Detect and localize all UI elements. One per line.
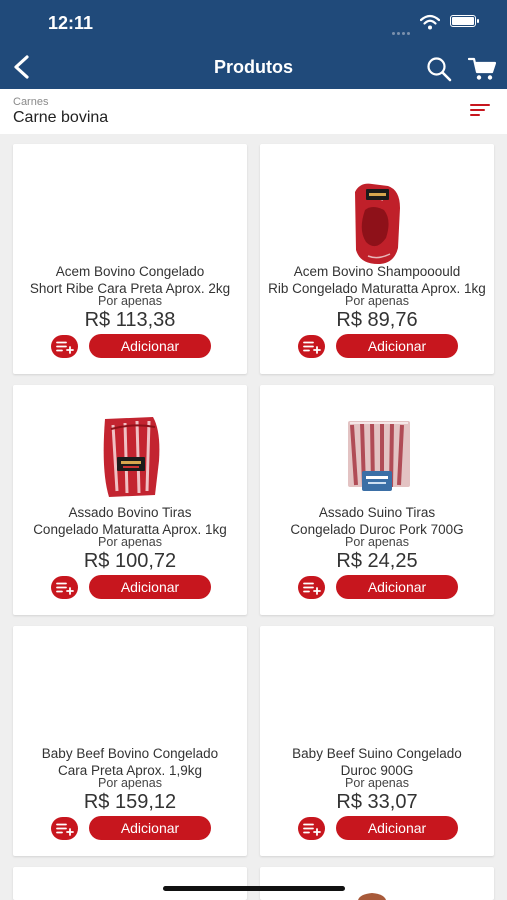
add-to-list-button[interactable] [51,335,78,358]
add-button[interactable]: Adicionar [336,816,458,840]
product-card[interactable]: Baby Beef Suino Congelado Duroc 900G Por… [260,626,494,856]
product-image [355,183,400,264]
price-prefix: Por apenas [98,535,162,549]
product-image [103,417,160,497]
product-image [348,421,410,491]
product-name: Baby Beef Suino Congelado Duroc 900G [266,745,488,779]
add-to-list-button[interactable] [298,335,325,358]
home-indicator[interactable] [163,886,345,891]
product-name-line1: Assado Bovino Tiras [68,505,192,520]
product-card[interactable]: Acem Bovino Shampooould Rib Congelado Ma… [260,144,494,374]
product-image-empty [260,642,494,754]
product-price: R$ 33,07 [336,791,418,813]
product-price: R$ 159,12 [83,791,177,813]
product-card[interactable]: Assado Suino Tiras Congelado Duroc Pork … [260,385,494,615]
add-to-list-button[interactable] [51,817,78,840]
product-name: Assado Suino Tiras Congelado Duroc Pork … [266,504,488,538]
playlist-add-icon [303,341,321,354]
product-card[interactable]: Assado Bovino Tiras Congelado Maturatta … [13,385,247,615]
playlist-add-icon [56,823,74,836]
status-time: 12:11 [48,13,94,33]
product-card-partial[interactable] [260,867,494,900]
category-label: Carnes [13,96,49,108]
playlist-add-icon [303,823,321,836]
add-to-list-button[interactable] [298,817,325,840]
product-name-line1: Acem Bovino Congelado [55,264,205,279]
product-name-line1: Assado Suino Tiras [318,505,436,520]
wifi-icon [420,14,440,30]
price-prefix: Por apenas [98,776,162,790]
product-card[interactable]: Baby Beef Bovino Congelado Cara Preta Ap… [13,626,247,856]
product-price: R$ 24,25 [336,550,418,572]
product-name: Baby Beef Bovino Congelado Cara Preta Ap… [19,745,241,779]
playlist-add-icon [56,582,74,595]
add-button[interactable]: Adicionar [89,334,211,358]
playlist-add-icon [56,341,74,354]
sort-icon[interactable] [470,104,492,120]
add-to-list-button[interactable] [51,576,78,599]
product-card[interactable]: Acem Bovino Congelado Short Ribe Cara Pr… [13,144,247,374]
product-image-empty [13,642,247,754]
product-name: Acem Bovino Congelado Short Ribe Cara Pr… [19,263,241,297]
playlist-add-icon [303,582,321,595]
app-header: 12:11 Produtos [0,0,507,89]
cart-icon[interactable] [468,56,496,82]
product-name: Acem Bovino Shampooould Rib Congelado Ma… [266,263,488,297]
product-card-partial[interactable] [13,867,247,900]
battery-icon [450,15,479,27]
add-button[interactable]: Adicionar [89,816,211,840]
product-image-partial [358,893,386,900]
product-price: R$ 113,38 [84,309,176,331]
product-name-line1: Baby Beef Suino Congelado [292,746,462,761]
add-button[interactable]: Adicionar [336,575,458,599]
product-name-line1: Acem Bovino Shampooould [293,264,461,279]
product-price: R$ 89,76 [336,309,418,331]
price-prefix: Por apenas [98,294,162,308]
add-to-list-button[interactable] [298,576,325,599]
search-icon[interactable] [426,56,452,82]
product-name: Assado Bovino Tiras Congelado Maturatta … [19,504,241,538]
category-bar: Carnes Carne bovina [0,89,507,134]
product-price: R$ 100,72 [83,550,177,572]
add-button[interactable]: Adicionar [89,575,211,599]
add-button[interactable]: Adicionar [336,334,458,358]
price-prefix: Por apenas [345,535,409,549]
signal-icon [392,22,412,40]
price-prefix: Por apenas [345,294,409,308]
product-name-line1: Baby Beef Bovino Congelado [41,746,219,761]
subcategory-label: Carne bovina [13,109,109,126]
price-prefix: Por apenas [345,776,409,790]
product-image-empty [13,160,247,272]
